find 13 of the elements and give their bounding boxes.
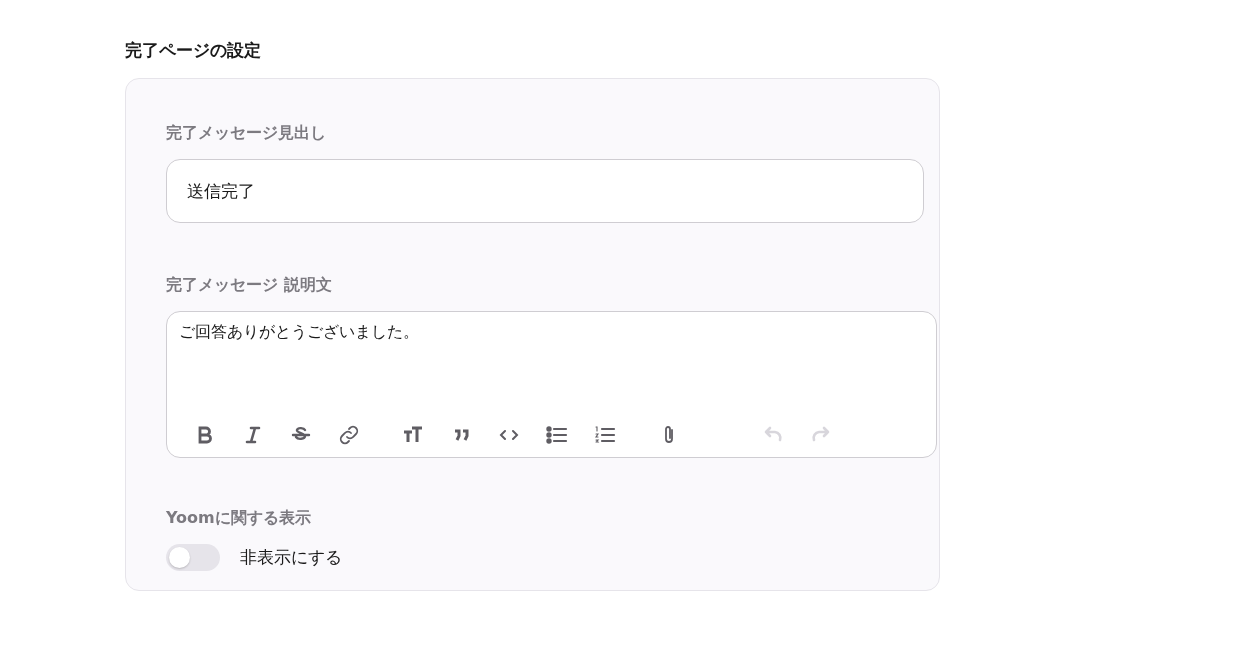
rich-text-editor[interactable]: ご回答ありがとうございました。 xyxy=(166,311,937,458)
field-label: Yoomに関する表示 xyxy=(166,507,312,529)
link-icon xyxy=(337,423,361,447)
link-button[interactable] xyxy=(337,423,361,447)
section-title: 完了ページの設定 xyxy=(125,39,262,62)
toggle-switch[interactable] xyxy=(166,544,220,571)
bullets-button[interactable] xyxy=(545,423,569,447)
field-label: 完了メッセージ見出し xyxy=(166,122,327,144)
description-text: ご回答ありがとうございました。 xyxy=(179,321,420,343)
toggle-label: 非表示にする xyxy=(240,546,342,569)
field-label: 完了メッセージ 説明文 xyxy=(166,274,333,296)
heading-input-field[interactable]: 送信完了 xyxy=(166,159,924,223)
bullets-icon xyxy=(545,423,569,447)
